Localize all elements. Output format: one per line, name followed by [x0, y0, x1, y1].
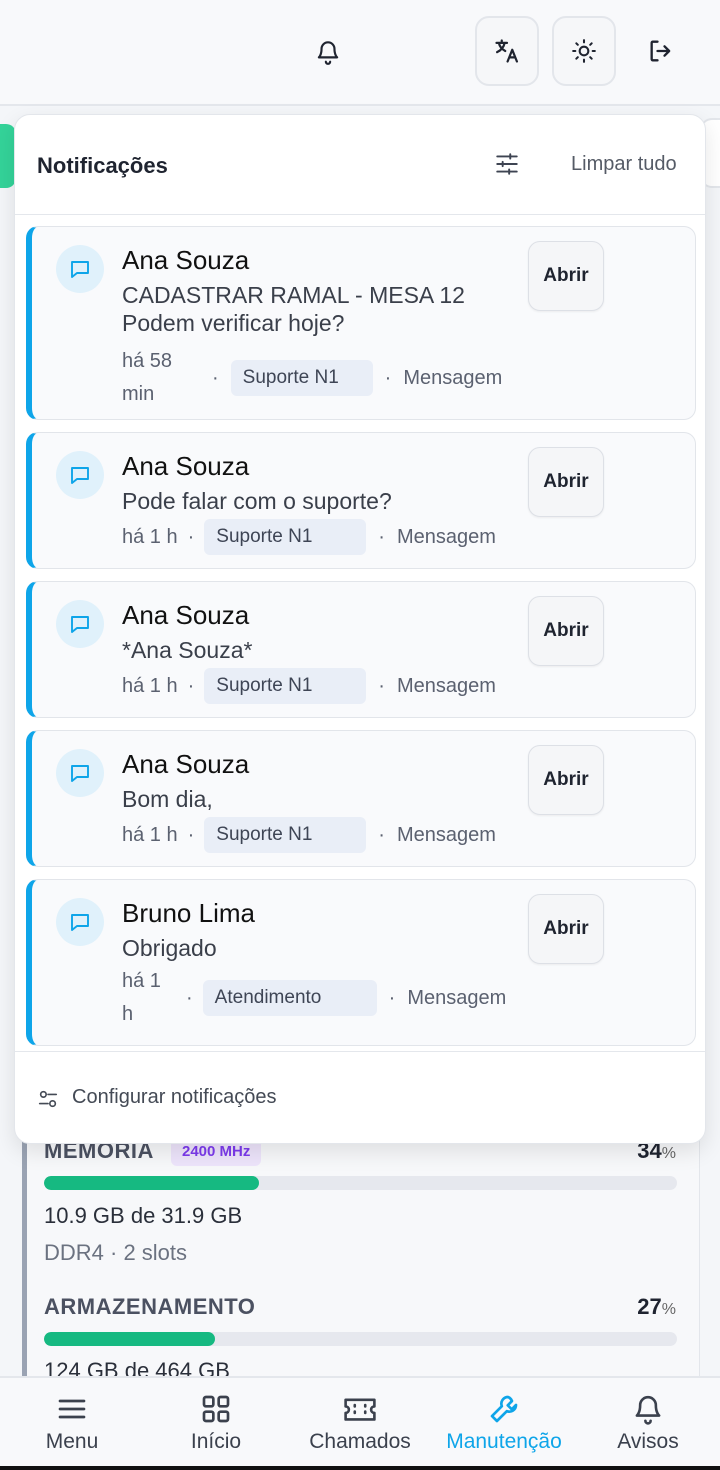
- notification-meta: há 1 h · Suporte N1 · Mensagem: [122, 817, 496, 853]
- notification-meta: há 1 h · Atendimento · Mensagem: [122, 970, 506, 1026]
- top-header: [0, 0, 720, 106]
- notification-message: *Ana Souza*: [122, 637, 253, 663]
- nav-label: Início: [190, 1430, 242, 1453]
- nav-item-chamados[interactable]: Chamados: [288, 1378, 432, 1470]
- storage-title: ARMAZENAMENTO: [44, 1294, 256, 1319]
- message-icon: [56, 749, 104, 797]
- logout-button[interactable]: [640, 30, 682, 72]
- settings-sliders-icon: [38, 1090, 58, 1108]
- notification-type: Mensagem: [396, 823, 496, 846]
- notification-tag: Suporte N1: [204, 519, 367, 555]
- notification-time: há 58 min: [122, 350, 173, 405]
- notification-time: há 1 h: [122, 823, 178, 846]
- notification-meta: há 1 h · Suporte N1 · Mensagem: [122, 668, 496, 704]
- notifications-bell-icon[interactable]: [312, 36, 344, 68]
- notification-meta: há 58 min · Suporte N1 · Mensagem: [122, 350, 503, 405]
- bottom-navigation: Menu Início Chamados Manutenção Avisos: [0, 1376, 720, 1470]
- nav-label: Manutenção: [446, 1430, 562, 1453]
- notification-time: há 1 h: [122, 525, 178, 548]
- message-icon: [56, 600, 104, 648]
- notification-sender: Ana Souza: [122, 600, 250, 630]
- message-icon: [56, 245, 104, 293]
- nav-item-menu[interactable]: Menu: [0, 1378, 144, 1470]
- wrench-icon: [487, 1392, 521, 1426]
- notification-message: Obrigado: [122, 935, 217, 961]
- notifications-panel: Notificações Limpar tudo Ana Souza CADAS…: [14, 114, 706, 1144]
- bell-icon: [631, 1392, 665, 1426]
- notification-message: CADASTRAR RAMAL - MESA 12 Podem verifica…: [122, 282, 465, 336]
- open-button[interactable]: Abrir: [528, 241, 604, 311]
- menu-icon: [55, 1392, 89, 1426]
- storage-percent: 27%: [637, 1294, 676, 1319]
- notification-item[interactable]: Ana Souza Pode falar com o suporte? há 1…: [26, 432, 696, 569]
- notification-item[interactable]: Bruno Lima Obrigado há 1 h · Atendimento…: [26, 879, 696, 1046]
- notification-item[interactable]: Ana Souza *Ana Souza* há 1 h · Suporte N…: [26, 581, 696, 718]
- memory-used: 10.9 GB de 31.9 GB: [44, 1203, 243, 1228]
- memory-detail: DDR4 · 2 slots: [44, 1240, 188, 1265]
- nav-label: Chamados: [309, 1430, 411, 1453]
- nav-item-avisos[interactable]: Avisos: [576, 1378, 720, 1470]
- notification-type: Mensagem: [403, 366, 503, 389]
- open-button[interactable]: Abrir: [528, 745, 604, 815]
- notification-type: Mensagem: [407, 986, 507, 1009]
- sun-icon: [572, 39, 596, 63]
- translate-icon: [495, 39, 519, 63]
- storage-usage-fill: [44, 1332, 215, 1346]
- notifications-title: Notificações: [37, 153, 168, 178]
- notification-sender: Ana Souza: [122, 749, 250, 779]
- nav-item-inicio[interactable]: Início: [144, 1378, 288, 1470]
- filter-icon[interactable]: [494, 151, 520, 177]
- message-icon: [56, 898, 104, 946]
- memory-usage-fill: [44, 1176, 260, 1190]
- notification-message: Pode falar com o suporte?: [122, 488, 392, 514]
- system-gesture-bar: [0, 1466, 720, 1470]
- notification-time: há 1 h: [122, 970, 161, 1025]
- notification-time: há 1 h: [122, 674, 178, 697]
- open-button[interactable]: Abrir: [528, 447, 604, 517]
- notification-tag: Suporte N1: [204, 817, 367, 853]
- open-button[interactable]: Abrir: [528, 596, 604, 666]
- nav-item-manutencao[interactable]: Manutenção: [432, 1378, 576, 1470]
- clear-all-button[interactable]: Limpar tudo: [571, 153, 677, 176]
- open-button[interactable]: Abrir: [528, 894, 604, 964]
- theme-toggle-button[interactable]: [552, 16, 616, 86]
- memory-usage-bar: [44, 1176, 677, 1190]
- notification-type: Mensagem: [396, 525, 496, 548]
- notification-type: Mensagem: [396, 674, 496, 697]
- notification-tag: Atendimento: [202, 980, 377, 1016]
- message-icon: [56, 451, 104, 499]
- notification-message: Bom dia,: [122, 786, 213, 812]
- notification-item[interactable]: Ana Souza Bom dia, há 1 h · Suporte N1 ·…: [26, 730, 696, 867]
- ticket-icon: [343, 1392, 377, 1426]
- notification-meta: há 1 h · Suporte N1 · Mensagem: [122, 519, 496, 555]
- grid-icon: [199, 1392, 233, 1426]
- notifications-footer: Configurar notificações: [15, 1051, 705, 1143]
- translate-button[interactable]: [475, 16, 539, 86]
- notification-sender: Bruno Lima: [122, 898, 255, 928]
- notification-sender: Ana Souza: [122, 245, 250, 275]
- notification-item[interactable]: Ana Souza CADASTRAR RAMAL - MESA 12 Pode…: [26, 226, 696, 420]
- nav-label: Avisos: [617, 1430, 679, 1453]
- notification-sender: Ana Souza: [122, 451, 250, 481]
- notifications-header: Notificações Limpar tudo: [15, 115, 705, 215]
- storage-usage-bar: [44, 1332, 677, 1346]
- logout-icon: [650, 40, 671, 62]
- notification-tag: Suporte N1: [230, 360, 373, 396]
- nav-label: Menu: [45, 1430, 99, 1453]
- notification-tag: Suporte N1: [204, 668, 367, 704]
- configure-notifications-link[interactable]: Configurar notificações: [72, 1086, 277, 1109]
